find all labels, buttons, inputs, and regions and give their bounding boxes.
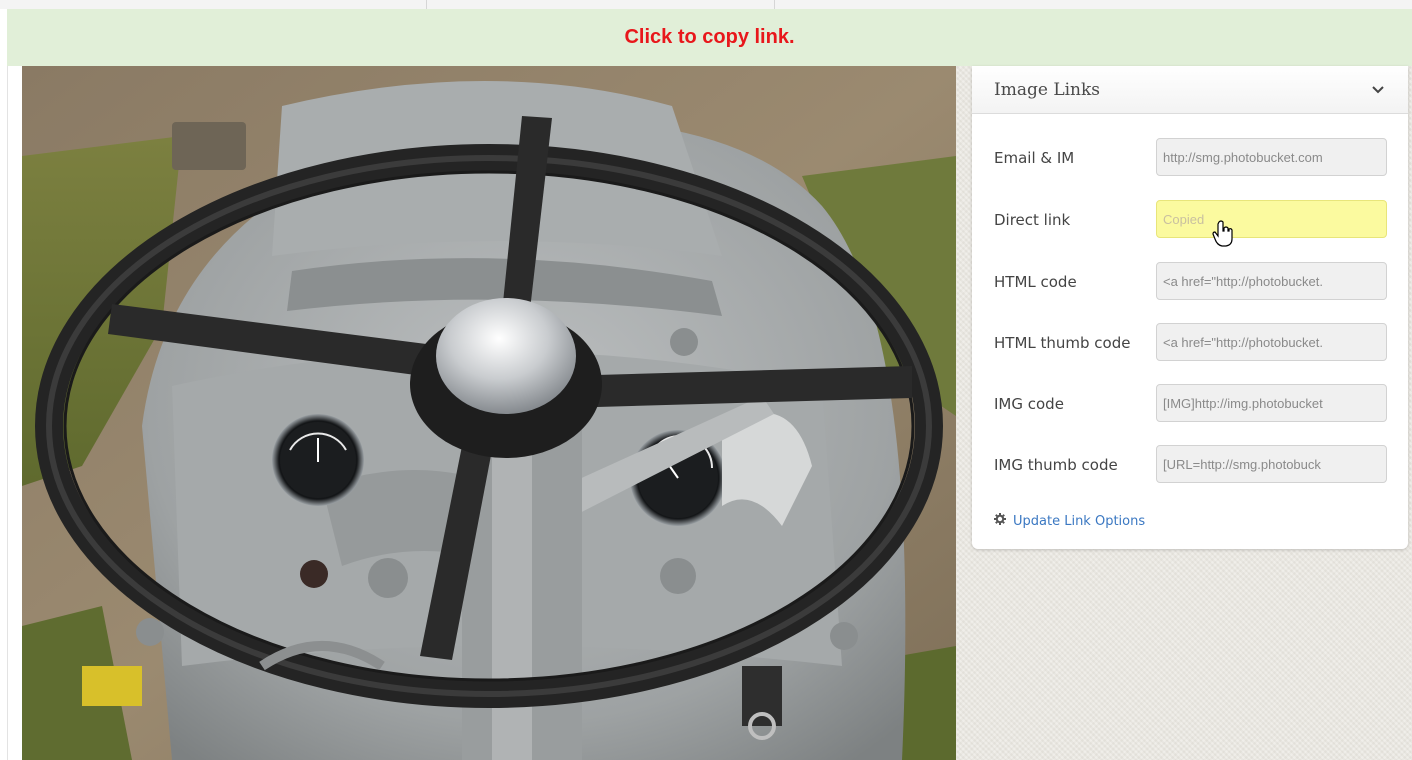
copy-link-text: Click to copy link. [624, 26, 795, 48]
hand-pointer-icon [1212, 220, 1234, 253]
image-links-panel: Image Links Email & IM Direct link HTML … [972, 66, 1408, 549]
html-code-field[interactable] [1156, 262, 1387, 300]
link-row-img: IMG code [972, 384, 1408, 424]
link-row-img-thumb: IMG thumb code [972, 445, 1408, 485]
link-row-direct: Direct link [972, 200, 1408, 240]
link-row-email: Email & IM [972, 138, 1408, 178]
email-im-link-field[interactable] [1156, 138, 1387, 176]
link-label: IMG thumb code [994, 456, 1118, 474]
photo-image[interactable] [22, 66, 956, 760]
img-thumb-code-field[interactable] [1156, 445, 1387, 483]
link-label: HTML code [994, 273, 1077, 291]
link-row-html-thumb: HTML thumb code [972, 323, 1408, 363]
column-divider [774, 0, 775, 9]
link-label: HTML thumb code [994, 334, 1131, 352]
page-gutter [7, 66, 8, 760]
html-thumb-code-field[interactable] [1156, 323, 1387, 361]
link-label: Email & IM [994, 149, 1075, 167]
panel-header[interactable]: Image Links [972, 66, 1408, 114]
update-link-options-link[interactable]: Update Link Options [994, 512, 1145, 530]
direct-link-field[interactable] [1156, 200, 1387, 238]
link-label: IMG code [994, 395, 1064, 413]
link-row-html: HTML code [972, 262, 1408, 302]
chevron-down-icon[interactable] [1370, 82, 1386, 98]
top-strip [0, 0, 1412, 9]
copy-link-banner[interactable]: Click to copy link. [7, 9, 1412, 66]
column-divider [426, 0, 427, 9]
panel-title: Image Links [994, 79, 1101, 100]
gear-icon [994, 512, 1006, 530]
img-code-field[interactable] [1156, 384, 1387, 422]
update-link-options-text: Update Link Options [1013, 513, 1146, 529]
link-label: Direct link [994, 211, 1071, 229]
